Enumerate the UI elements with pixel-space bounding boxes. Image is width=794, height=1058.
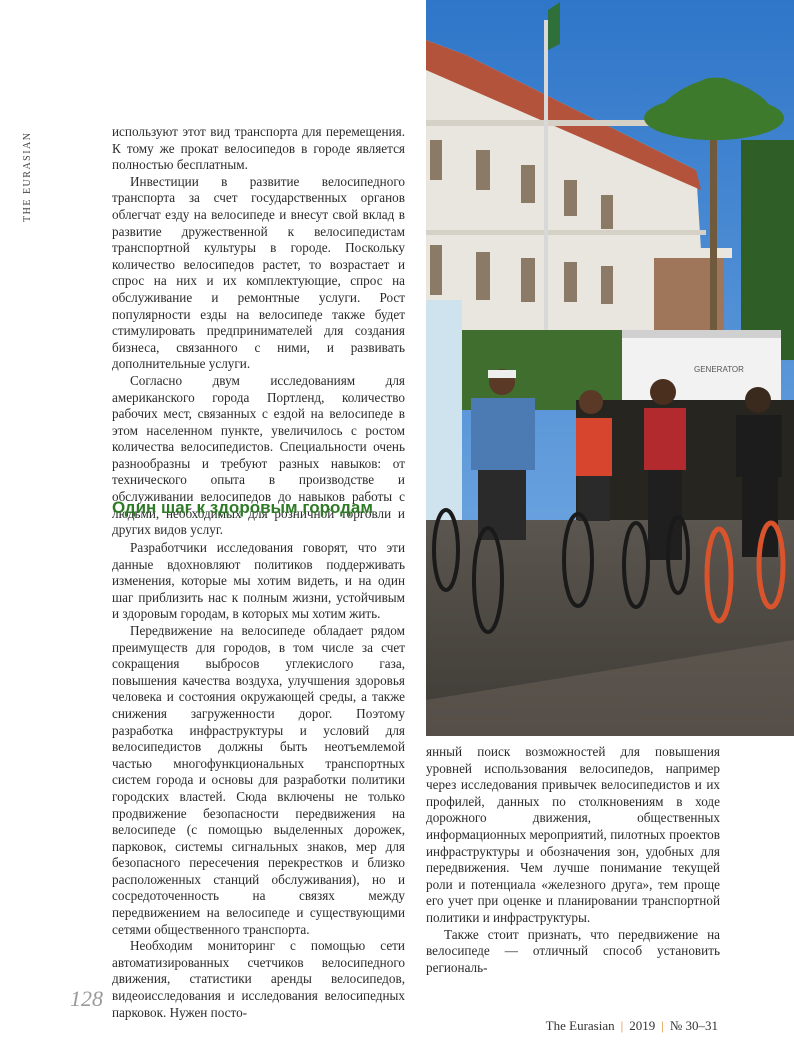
- paragraph: Разработчики исследования говорят, что э…: [112, 540, 405, 622]
- footer-separator: |: [661, 1018, 664, 1033]
- section-heading: Один шаг к здоровым городам: [112, 498, 373, 517]
- page-number: 128: [70, 986, 103, 1011]
- footer-separator: |: [620, 1018, 624, 1033]
- left-column-top: используют этот вид транспорта для перем…: [112, 124, 405, 539]
- paragraph: Инвестиции в развитие велосипедного тран…: [112, 173, 405, 372]
- right-column: янный поиск возможностей для повышения у…: [426, 744, 720, 976]
- paragraph: Необходим мониторинг с помощью сети авто…: [112, 938, 405, 1020]
- footer-issue: № 30–31: [669, 1018, 718, 1033]
- left-column-bottom: Разработчики исследования говорят, что э…: [112, 540, 405, 1021]
- paragraph: янный поиск возможностей для повышения у…: [426, 744, 720, 925]
- truck-banner-text: GENERATOR: [694, 365, 744, 374]
- footer-year: 2019: [629, 1018, 656, 1033]
- footer-magazine-name: The Eurasian: [545, 1018, 615, 1033]
- paragraph: Также стоит признать, что передвижение н…: [426, 926, 720, 975]
- paragraph: используют этот вид транспорта для перем…: [112, 124, 405, 173]
- cyclists-photo: GENERATOR: [426, 0, 794, 736]
- paragraph: Передвижение на велосипеде обладает рядо…: [112, 622, 405, 937]
- magazine-side-label: THE EURASIAN: [22, 131, 33, 223]
- page-footer: The Eurasian | 2019 | № 30–31: [546, 1018, 718, 1034]
